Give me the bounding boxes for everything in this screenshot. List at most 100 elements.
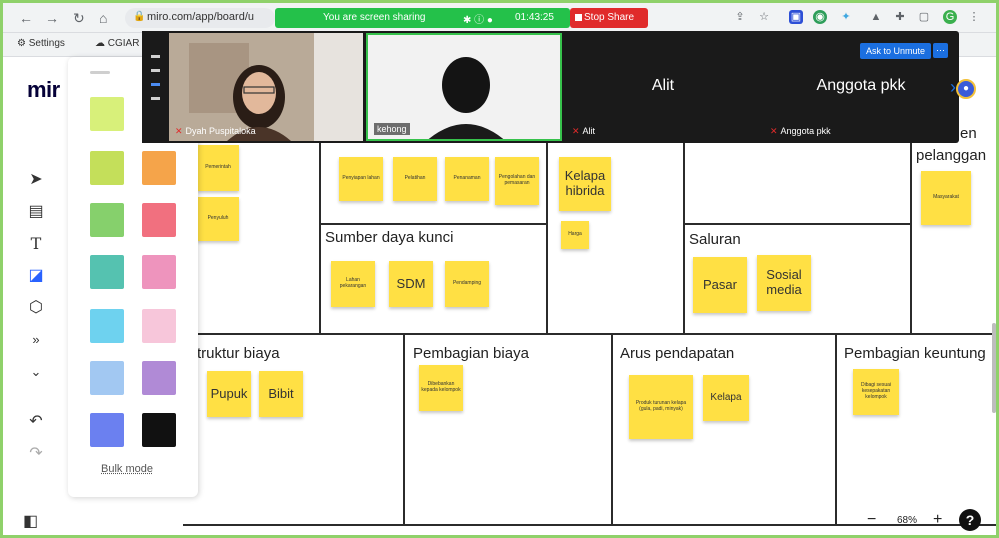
bookmark-settings[interactable]: ⚙ Settings xyxy=(17,38,65,49)
window-icon[interactable]: ▢ xyxy=(917,10,931,24)
sticky-note[interactable]: Pupuk xyxy=(207,371,251,417)
profile-avatar[interactable]: G xyxy=(943,10,957,24)
color-swatch[interactable] xyxy=(142,151,176,185)
vertical-scrollbar[interactable] xyxy=(992,323,996,413)
sticky-note[interactable]: Penyiapan lahan xyxy=(339,157,383,201)
sticky-note[interactable]: Penanaman xyxy=(445,157,489,201)
sticky-note[interactable]: Harga xyxy=(561,221,589,249)
select-cursor-icon[interactable]: ➤ xyxy=(25,169,47,191)
undo-icon[interactable]: ↶ xyxy=(25,411,47,433)
extension-icon[interactable]: ▲ xyxy=(869,10,883,24)
sticky-note[interactable]: Pengolahan dan pemasaran xyxy=(495,157,539,205)
stop-share-button[interactable]: Stop Share xyxy=(570,8,648,28)
bookmark-star-icon[interactable]: ☆ xyxy=(757,10,771,24)
menu-dots-icon[interactable]: ⋮ xyxy=(967,10,981,24)
section-title-pembagian-biaya: Pembagian biaya xyxy=(413,345,529,362)
color-swatch[interactable] xyxy=(142,309,176,343)
sticky-note[interactable]: SDM xyxy=(389,261,433,307)
address-bar[interactable]: 🔒 miro.com/app/board/u xyxy=(125,8,275,28)
share-page-icon[interactable]: ⇪ xyxy=(733,10,747,24)
sticky-note[interactable]: Lahan pekarangan xyxy=(331,261,375,307)
participant-tile[interactable]: Alit ✕ Alit xyxy=(566,33,760,141)
section-title-pembagian-keuntungan: Pembagian keuntung xyxy=(844,345,986,362)
extension-icon[interactable]: ▣ xyxy=(789,10,803,24)
ask-to-unmute-button[interactable]: Ask to Unmute xyxy=(859,43,931,59)
color-swatch[interactable] xyxy=(90,255,124,289)
mic-muted-icon: ✕ xyxy=(175,126,183,136)
url-text: miro.com/app/board/u xyxy=(147,11,254,23)
business-model-canvas: Sumber daya kunci Saluran en pelanggan S… xyxy=(183,125,996,526)
participant-name: ✕ Dyah Puspitaloka xyxy=(175,126,256,136)
redo-icon[interactable]: ↷ xyxy=(25,443,47,465)
shapes-icon[interactable]: ⬡ xyxy=(25,297,47,319)
templates-icon[interactable]: ▤ xyxy=(25,201,47,223)
mic-muted-icon: ✕ xyxy=(572,126,580,136)
color-swatch[interactable] xyxy=(90,413,124,447)
sticky-note[interactable]: Produk turunan kelapa (gula, padi, minya… xyxy=(629,375,693,439)
participant-tile-active-speaker[interactable]: kehong xyxy=(366,33,562,141)
text-tool-icon[interactable]: T xyxy=(25,233,47,255)
bulk-mode-link[interactable]: Bulk mode xyxy=(101,463,153,475)
participant-tile[interactable]: ✕ Dyah Puspitaloka xyxy=(169,33,363,141)
sharing-status-icons: ✱ ⓘ ● xyxy=(463,15,493,26)
sticky-note[interactable]: Pelatihan xyxy=(393,157,437,201)
participant-video xyxy=(169,33,363,141)
reload-icon[interactable]: ↻ xyxy=(73,10,85,27)
more-tools-icon[interactable]: » xyxy=(25,329,47,351)
collapse-icon[interactable]: ⌄ xyxy=(25,361,47,383)
color-swatch[interactable] xyxy=(90,151,124,185)
back-icon[interactable]: ← xyxy=(19,10,33,26)
sticky-note[interactable]: Pemerintah xyxy=(197,145,239,191)
more-options-icon[interactable]: ⋯ xyxy=(933,43,948,58)
sharing-timer: 01:43:25 xyxy=(515,12,554,23)
color-swatch[interactable] xyxy=(142,203,176,237)
zoom-video-strip: ✕ Dyah Puspitaloka kehong Alit ✕ Alit Angg… xyxy=(142,31,959,143)
extension-icon[interactable]: ◉ xyxy=(813,10,827,24)
section-title-pelanggan-partial: en xyxy=(960,125,977,142)
forward-icon[interactable]: → xyxy=(45,10,59,26)
help-button[interactable]: ? xyxy=(959,509,981,531)
screen-sharing-bar: You are screen sharing ✱ ⓘ ● 01:43:25 xyxy=(275,8,570,28)
color-swatch[interactable] xyxy=(90,203,124,237)
zoom-view-menu[interactable] xyxy=(142,31,168,143)
participant-display-name: Alit xyxy=(651,77,675,94)
sticky-note[interactable]: Kelapa xyxy=(703,375,749,421)
color-swatch[interactable] xyxy=(90,97,124,131)
divider xyxy=(683,141,685,333)
collaborator-avatar[interactable]: ● xyxy=(956,79,976,99)
miro-logo[interactable]: mir xyxy=(27,77,60,103)
sticky-note[interactable]: Masyarakat xyxy=(921,171,971,225)
divider xyxy=(546,141,548,333)
color-swatch[interactable] xyxy=(90,309,124,343)
sticky-note[interactable]: Bibit xyxy=(259,371,303,417)
divider xyxy=(910,141,912,333)
bookmark-cgiar[interactable]: ☁ CGIAR xyxy=(95,38,139,49)
sticky-note[interactable]: Dibagi sesuai kesepakatan kelompok xyxy=(853,369,899,415)
sidebar-toggle-icon[interactable]: ◧ xyxy=(23,511,38,531)
sharing-status: You are screen sharing xyxy=(323,12,426,23)
sticky-note[interactable]: Pendamping xyxy=(445,261,489,307)
sticky-note-icon[interactable]: ◪ xyxy=(25,265,47,287)
puzzle-icon[interactable]: ✚ xyxy=(893,10,907,24)
section-title-sumber-daya: Sumber daya kunci xyxy=(325,229,454,246)
zoom-out-button[interactable]: − xyxy=(867,511,876,529)
sticky-note[interactable]: Dibebankan kepada kelompok xyxy=(419,365,463,411)
color-swatch[interactable] xyxy=(142,255,176,289)
participant-tile[interactable]: Anggota pkk ✕ Anggota pkk Ask to Unmute ⋯… xyxy=(764,33,958,141)
sticky-note[interactable]: Pasar xyxy=(693,257,747,313)
sticky-note[interactable]: Kelapa hibrida xyxy=(559,157,611,211)
screenshot-root: ← → ↻ ⌂ 🔒 miro.com/app/board/u You are s… xyxy=(0,0,999,538)
browser-toolbar: ← → ↻ ⌂ 🔒 miro.com/app/board/u You are s… xyxy=(3,3,996,33)
color-swatch[interactable] xyxy=(90,361,124,395)
section-title-struktur-biaya: Struktur biaya xyxy=(187,345,280,362)
zoom-level[interactable]: 68% xyxy=(897,515,917,526)
extension-icon[interactable]: ✦ xyxy=(839,10,853,24)
sticky-note[interactable]: Penyuluh xyxy=(197,197,239,241)
section-title-arus-pendapatan: Arus pendapatan xyxy=(620,345,735,362)
color-swatch[interactable] xyxy=(142,413,176,447)
home-icon[interactable]: ⌂ xyxy=(99,10,107,26)
sticky-note[interactable]: Sosial media xyxy=(757,255,811,311)
zoom-in-button[interactable]: + xyxy=(933,511,942,529)
color-swatch[interactable] xyxy=(142,361,176,395)
divider xyxy=(611,333,613,526)
